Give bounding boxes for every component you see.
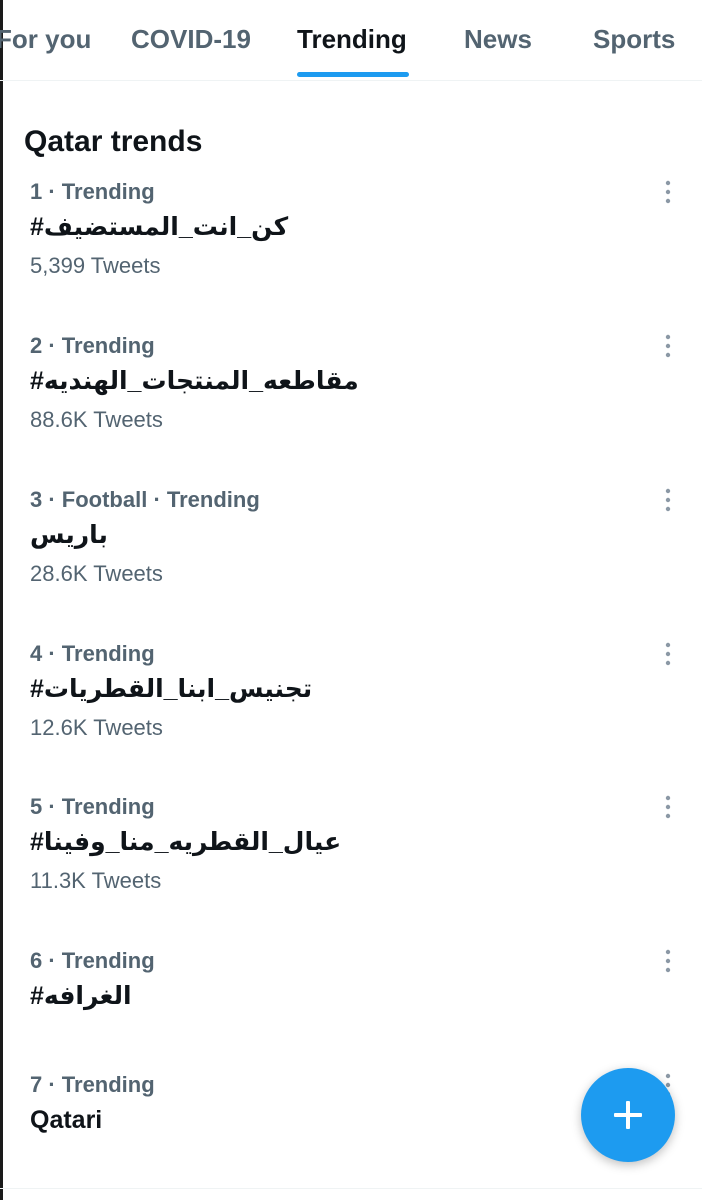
trend-item[interactable]: 6 · Trending #الغرافه bbox=[0, 947, 702, 1047]
more-vertical-icon[interactable] bbox=[656, 486, 680, 514]
tab-trending[interactable]: Trending bbox=[297, 22, 407, 56]
tab-news[interactable]: News bbox=[464, 22, 532, 56]
trend-name: #كن_انت_المستضيف bbox=[30, 213, 289, 241]
trend-meta: 4 · Trending bbox=[30, 641, 155, 666]
trend-name: #تجنيس_ابنا_القطريات bbox=[30, 675, 313, 703]
trend-item[interactable]: 4 · Trending #تجنيس_ابنا_القطريات 12.6K … bbox=[0, 640, 702, 790]
more-vertical-icon[interactable] bbox=[656, 640, 680, 668]
trend-item[interactable]: 1 · Trending #كن_انت_المستضيف 5,399 Twee… bbox=[0, 178, 702, 328]
compose-tweet-button[interactable] bbox=[581, 1068, 675, 1162]
more-vertical-icon[interactable] bbox=[656, 947, 680, 975]
more-vertical-icon[interactable] bbox=[656, 332, 680, 360]
trend-tweet-count: 11.3K Tweets bbox=[30, 868, 162, 893]
trend-tweet-count: 12.6K Tweets bbox=[30, 715, 163, 740]
bottom-divider bbox=[0, 1188, 702, 1189]
trend-item[interactable]: 2 · Trending #مقاطعه_المنتجات_الهنديه 88… bbox=[0, 332, 702, 482]
trend-name: باريس bbox=[30, 521, 108, 549]
trend-name: #الغرافه bbox=[30, 982, 132, 1010]
more-vertical-icon[interactable] bbox=[656, 178, 680, 206]
trend-name: #عيال_القطريه_منا_وفينا bbox=[30, 828, 342, 856]
trend-meta: 7 · Trending bbox=[30, 1072, 155, 1097]
plus-icon bbox=[614, 1101, 642, 1129]
trend-meta: 1 · Trending bbox=[30, 179, 155, 204]
tab-covid-19[interactable]: COVID-19 bbox=[131, 22, 251, 56]
active-tab-indicator bbox=[297, 72, 409, 77]
tab-for-you[interactable]: For you bbox=[0, 22, 91, 56]
trend-name: #مقاطعه_المنتجات_الهنديه bbox=[30, 367, 359, 395]
trend-tweet-count: 28.6K Tweets bbox=[30, 561, 163, 586]
explore-tab-bar: For you COVID-19 Trending News Sports bbox=[0, 0, 702, 81]
trend-tweet-count: 5,399 Tweets bbox=[30, 253, 161, 278]
trend-meta: 3 · Football · Trending bbox=[30, 487, 260, 512]
trend-item[interactable]: 5 · Trending #عيال_القطريه_منا_وفينا 11.… bbox=[0, 793, 702, 943]
tab-sports[interactable]: Sports bbox=[593, 22, 675, 56]
trend-item[interactable]: 3 · Football · Trending باريس 28.6K Twee… bbox=[0, 486, 702, 636]
trend-tweet-count: 88.6K Tweets bbox=[30, 407, 163, 432]
trend-meta: 2 · Trending bbox=[30, 333, 155, 358]
trend-meta: 5 · Trending bbox=[30, 794, 155, 819]
section-title: Qatar trends bbox=[24, 124, 203, 158]
trend-meta: 6 · Trending bbox=[30, 948, 155, 973]
trend-name: Qatari bbox=[30, 1106, 103, 1134]
more-vertical-icon[interactable] bbox=[656, 793, 680, 821]
